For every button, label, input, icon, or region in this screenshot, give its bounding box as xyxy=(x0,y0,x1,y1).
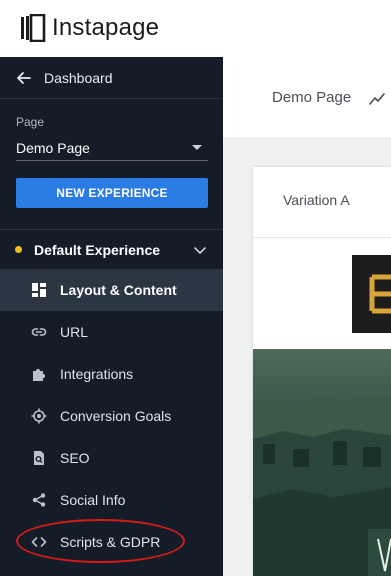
preview-header-area xyxy=(253,239,391,349)
sidebar-item-label: URL xyxy=(60,324,89,340)
page-selector-block: Page Demo Page xyxy=(16,115,208,161)
share-icon xyxy=(31,492,47,508)
experience-toggle[interactable]: Default Experience xyxy=(0,229,223,269)
layout-icon xyxy=(31,282,47,298)
back-to-dashboard[interactable]: Dashboard xyxy=(0,57,223,99)
variation-header: Variation A xyxy=(253,167,391,238)
sidebar-item-label: Social Info xyxy=(60,492,126,508)
status-dot xyxy=(15,246,22,253)
arrow-left-icon xyxy=(17,71,31,84)
top-bar: Instapage xyxy=(0,0,391,57)
preview-hero-image xyxy=(253,349,391,576)
puzzle-icon xyxy=(31,366,47,382)
link-icon xyxy=(31,324,47,340)
dashboard-label: Dashboard xyxy=(44,69,113,86)
sidebar-item-integrations[interactable]: Integrations xyxy=(0,353,223,395)
preview-logo xyxy=(352,255,391,333)
sidebar-item-label: SEO xyxy=(60,450,90,466)
sidebar-item-scripts-gdpr[interactable]: Scripts & GDPR xyxy=(0,521,223,563)
sidebar: Dashboard Page Demo Page NEW EXPERIENCE … xyxy=(0,57,223,576)
experience-label: Default Experience xyxy=(34,241,161,258)
instapage-logo[interactable]: Instapage xyxy=(20,14,159,42)
new-experience-button[interactable]: NEW EXPERIENCE xyxy=(16,178,208,208)
sidebar-item-label: Layout & Content xyxy=(60,282,177,298)
sidebar-item-seo[interactable]: SEO xyxy=(0,437,223,479)
sidebar-item-label: Conversion Goals xyxy=(60,408,172,424)
page-breadcrumb[interactable]: Demo Page xyxy=(272,89,351,106)
page-select-value: Demo Page xyxy=(16,139,90,156)
caret-down-icon xyxy=(192,145,202,150)
chevron-down-icon xyxy=(194,246,206,254)
sidebar-item-conversion-goals[interactable]: Conversion Goals xyxy=(0,395,223,437)
code-icon xyxy=(31,534,47,550)
target-icon xyxy=(31,408,47,424)
page-select[interactable]: Demo Page xyxy=(16,135,208,161)
page-caption: Page xyxy=(16,115,45,129)
editor-canvas: Variation A xyxy=(223,139,391,576)
sidebar-item-label: Scripts & GDPR xyxy=(60,534,161,550)
sidebar-item-layout-content[interactable]: Layout & Content xyxy=(0,269,223,311)
variation-label: Variation A xyxy=(283,192,350,208)
seo-icon xyxy=(31,450,47,466)
sidebar-item-social-info[interactable]: Social Info xyxy=(0,479,223,521)
sidebar-menu: Layout & Content URL Integrations Conver… xyxy=(0,269,223,563)
sidebar-item-label: Integrations xyxy=(60,366,134,382)
main-header: Demo Page xyxy=(223,57,391,139)
trending-icon[interactable] xyxy=(369,92,386,106)
variation-card[interactable]: Variation A xyxy=(253,167,391,576)
instapage-logo-icon xyxy=(21,14,46,42)
logo-text: Instapage xyxy=(52,14,160,41)
sidebar-item-url[interactable]: URL xyxy=(0,311,223,353)
